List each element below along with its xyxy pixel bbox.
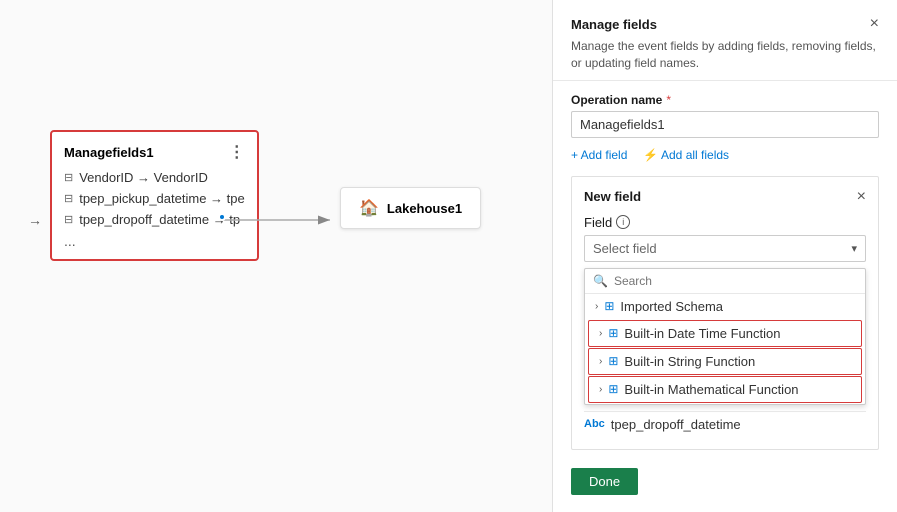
dropdown-item-label-3: Built-in Mathematical Function <box>624 382 798 397</box>
chevron-right-icon-3: › <box>599 384 602 395</box>
lakehouse-label: Lakehouse1 <box>387 201 462 216</box>
chevron-right-icon-1: › <box>599 328 602 339</box>
dropdown-item-string[interactable]: › ⊞ Built-in String Function <box>588 348 862 375</box>
field-label-2: tpep_pickup_datetime → tpe <box>79 191 245 206</box>
lakehouse-node: 🏠 Lakehouse1 <box>340 187 481 229</box>
panel-close-button[interactable]: × <box>870 16 879 32</box>
op-name-input[interactable] <box>571 111 879 138</box>
grid-icon-0: ⊞ <box>604 299 614 313</box>
chevron-right-icon-2: › <box>599 356 602 367</box>
new-field-close-button[interactable]: × <box>857 189 866 205</box>
node-field-2: ⊟ tpep_pickup_datetime → tpe <box>64 191 245 206</box>
panel-title-text: Manage fields <box>571 17 657 32</box>
grid-icon-2: ⊞ <box>608 354 618 368</box>
managefields-node: Managefields1 ⋮ ⊟ VendorID → VendorID ⊟ … <box>50 130 259 261</box>
node-title: Managefields1 ⋮ <box>64 142 245 162</box>
panel-title-row: Manage fields × <box>571 16 879 32</box>
connector-dot <box>218 213 226 221</box>
preview-field-label: tpep_dropoff_datetime <box>611 417 741 432</box>
field-info-text: Field <box>584 215 612 230</box>
required-star: * <box>666 93 671 107</box>
grid-icon-1: ⊞ <box>608 326 618 340</box>
new-field-title: New field <box>584 189 641 204</box>
field-icon-1: ⊟ <box>64 171 73 184</box>
op-name-label-row: Operation name * <box>571 93 879 107</box>
search-input[interactable] <box>614 274 857 288</box>
add-field-button[interactable]: + Add field <box>571 148 627 162</box>
chevron-down-icon: ▾ <box>851 242 857 255</box>
done-button[interactable]: Done <box>571 468 638 495</box>
panel-body: Operation name * + Add field ⚡ Add all f… <box>553 81 897 512</box>
add-all-fields-button[interactable]: ⚡ Add all fields <box>643 148 729 162</box>
dropdown-item-datetime[interactable]: › ⊞ Built-in Date Time Function <box>588 320 862 347</box>
dropdown-item-math[interactable]: › ⊞ Built-in Mathematical Function <box>588 376 862 403</box>
preview-field-row: Abc tpep_dropoff_datetime <box>584 411 866 437</box>
dropdown-item-label-2: Built-in String Function <box>624 354 755 369</box>
node-ellipsis-icon[interactable]: ⋮ <box>229 142 245 162</box>
search-row: 🔍 <box>585 269 865 294</box>
select-field-dropdown[interactable]: Select field ▾ <box>584 235 866 262</box>
node-title-label: Managefields1 <box>64 145 154 160</box>
field-info-row: Field i <box>584 215 866 230</box>
dropdown-item-imported[interactable]: › ⊞ Imported Schema <box>585 294 865 319</box>
dropdown-list: 🔍 › ⊞ Imported Schema › ⊞ Built-in Date … <box>584 268 866 405</box>
field-icon-2: ⊟ <box>64 192 73 205</box>
panel-header: Manage fields × Manage the event fields … <box>553 0 897 81</box>
grid-icon-3: ⊞ <box>608 382 618 396</box>
search-icon: 🔍 <box>593 274 608 288</box>
field-label-1: VendorID → VendorID <box>79 170 208 185</box>
arrow-input: → <box>28 212 42 228</box>
lakehouse-icon: 🏠 <box>359 198 379 218</box>
action-row: + Add field ⚡ Add all fields <box>571 148 879 162</box>
select-placeholder: Select field <box>593 241 657 256</box>
new-field-section-header: New field × <box>584 189 866 205</box>
field-icon-3: ⊟ <box>64 213 73 226</box>
node-more-label: ... <box>64 233 245 249</box>
info-icon[interactable]: i <box>616 215 630 229</box>
op-name-label: Operation name <box>571 93 662 107</box>
dropdown-item-label-0: Imported Schema <box>620 299 723 314</box>
canvas-area: → Managefields1 ⋮ ⊟ VendorID → VendorID … <box>0 0 552 512</box>
right-panel: Manage fields × Manage the event fields … <box>552 0 897 512</box>
abc-icon: Abc <box>584 418 605 430</box>
dropdown-item-label-1: Built-in Date Time Function <box>624 326 780 341</box>
field-label-3: tpep_dropoff_datetime → tp <box>79 212 240 227</box>
panel-description: Manage the event fields by adding fields… <box>571 38 879 72</box>
new-field-section: New field × Field i Select field ▾ 🔍 <box>571 176 879 450</box>
chevron-right-icon-0: › <box>595 301 598 312</box>
node-field-1: ⊟ VendorID → VendorID <box>64 170 245 185</box>
